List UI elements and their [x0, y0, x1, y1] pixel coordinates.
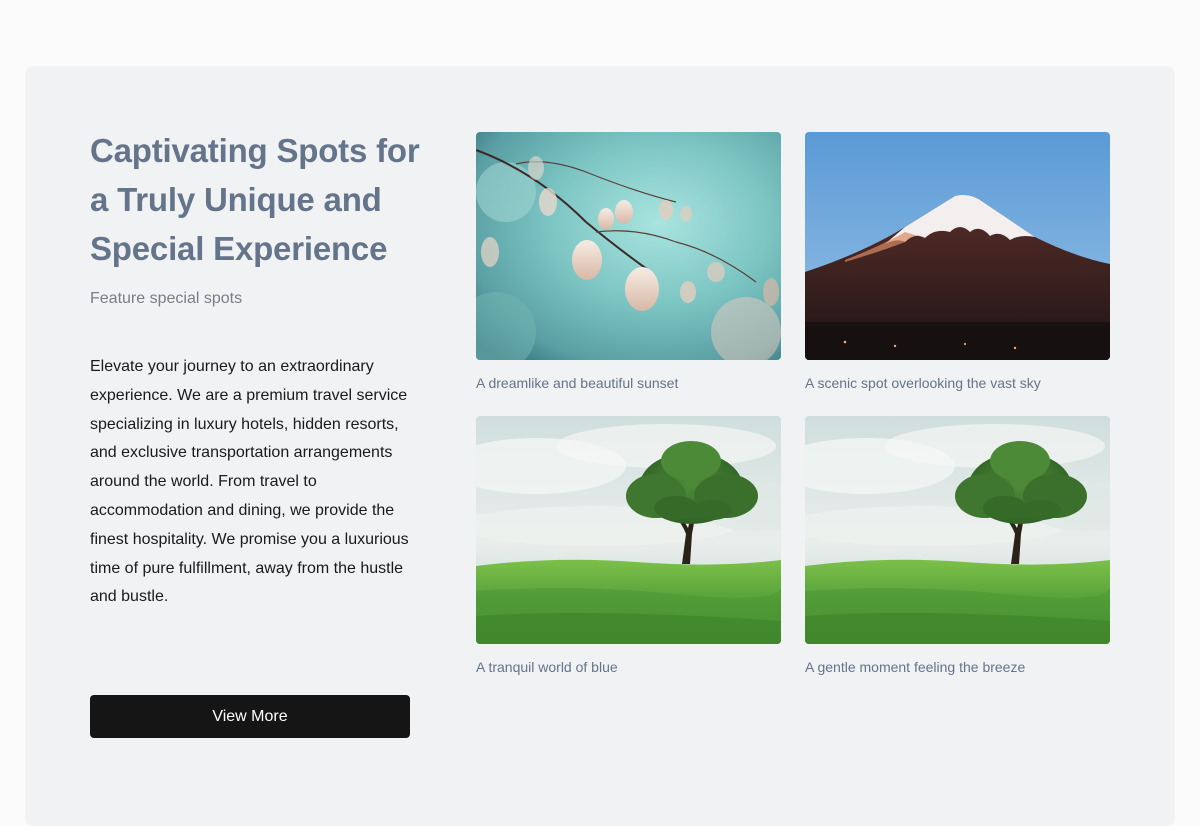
spot-card[interactable]: A dreamlike and beautiful sunset: [476, 132, 781, 393]
tree-field-image: [805, 416, 1110, 644]
view-more-button[interactable]: View More: [90, 695, 410, 738]
section-subheading: Feature special spots: [90, 290, 243, 307]
leaves-branch-image: [476, 132, 781, 360]
spot-card[interactable]: A tranquil world of blue: [476, 416, 781, 677]
spot-caption: A scenic spot overlooking the vast sky: [805, 375, 1041, 391]
spot-card[interactable]: A gentle moment feeling the breeze: [805, 416, 1110, 677]
feature-intro: Captivating Spots for a Truly Unique and…: [90, 126, 420, 612]
section-description: Elevate your journey to an extraordinary…: [90, 358, 409, 606]
spot-caption: A dreamlike and beautiful sunset: [476, 375, 679, 391]
spot-caption: A gentle moment feeling the breeze: [805, 659, 1026, 675]
tree-field-image: [476, 416, 781, 644]
section-heading: Captivating Spots for a Truly Unique and…: [90, 132, 420, 267]
spot-caption: A tranquil world of blue: [476, 659, 618, 675]
featured-spots-section: Captivating Spots for a Truly Unique and…: [25, 66, 1175, 826]
mountain-image: [805, 132, 1110, 360]
spot-card[interactable]: A scenic spot overlooking the vast sky: [805, 132, 1110, 393]
